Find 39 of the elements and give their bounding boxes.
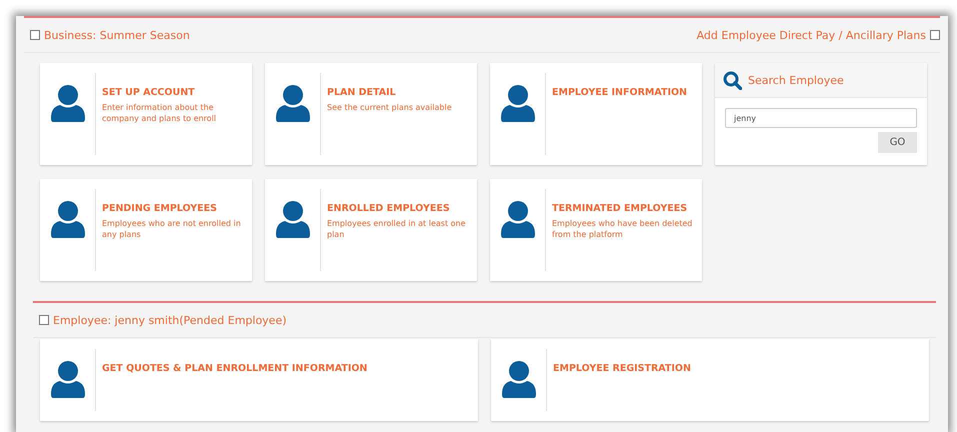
tile-title: GET QUOTES & PLAN ENROLLMENT INFORMATION xyxy=(102,363,368,374)
menu-tile[interactable]: PLAN DETAIL See the current plans available xyxy=(265,63,477,165)
checkbox[interactable] xyxy=(30,30,40,40)
tile-description: See the current plans available xyxy=(327,102,452,113)
search-title: Search Employee xyxy=(748,74,844,86)
menu-tile[interactable]: SET UP ACCOUNT Enter information about the company and plans to enroll xyxy=(40,63,252,165)
tile-description: Employees enrolled in at least one plan xyxy=(327,218,467,240)
menu-tile[interactable]: TERMINATED EMPLOYEES Employees who have been deleted from the platform xyxy=(490,179,702,281)
panel-title: Employee: jenny smith(Pended Employee) xyxy=(53,314,287,326)
person-icon xyxy=(500,85,534,122)
tile-description: Employees who are not enrolled in any plans xyxy=(102,218,242,240)
person-icon xyxy=(50,361,84,398)
checkbox[interactable] xyxy=(39,314,49,324)
menu-tile[interactable]: GET QUOTES & PLAN ENROLLMENT INFORMATION xyxy=(40,339,478,421)
tile-title: EMPLOYEE REGISTRATION xyxy=(553,363,691,374)
checkbox[interactable] xyxy=(930,30,940,40)
go-button[interactable]: GO xyxy=(878,132,917,153)
tile-title: EMPLOYEE INFORMATION xyxy=(552,87,687,98)
menu-tile[interactable]: EMPLOYEE REGISTRATION xyxy=(491,339,929,421)
person-icon xyxy=(50,201,84,238)
tile-title: PLAN DETAIL xyxy=(327,87,397,98)
menu-tile[interactable]: ENROLLED EMPLOYEES Employees enrolled in at least one plan xyxy=(265,179,477,281)
person-icon xyxy=(50,85,84,122)
search-field[interactable]: jenny xyxy=(725,108,917,128)
person-icon xyxy=(502,361,536,398)
menu-tile[interactable]: EMPLOYEE INFORMATION xyxy=(490,63,702,165)
panel-title: Business: Summer Season xyxy=(44,28,190,42)
tile-title: ENROLLED EMPLOYEES xyxy=(327,203,451,214)
person-icon xyxy=(276,201,310,238)
tile-title: TERMINATED EMPLOYEES xyxy=(552,203,688,214)
tile-description: Employees who have been deleted from the platform xyxy=(552,218,694,240)
search-icon xyxy=(723,70,742,90)
menu-tile[interactable]: PENDING EMPLOYEES Employees who are not enrolled in any plans xyxy=(40,179,252,281)
person-icon xyxy=(500,201,534,238)
tile-title: SET UP ACCOUNT xyxy=(102,87,196,98)
person-icon xyxy=(276,85,310,122)
tile-title: PENDING EMPLOYEES xyxy=(102,203,218,214)
tile-description: Enter information about the company and plans to enroll xyxy=(102,102,218,124)
add-plans-link[interactable]: Add Employee Direct Pay / Ancillary Plans xyxy=(696,28,926,42)
